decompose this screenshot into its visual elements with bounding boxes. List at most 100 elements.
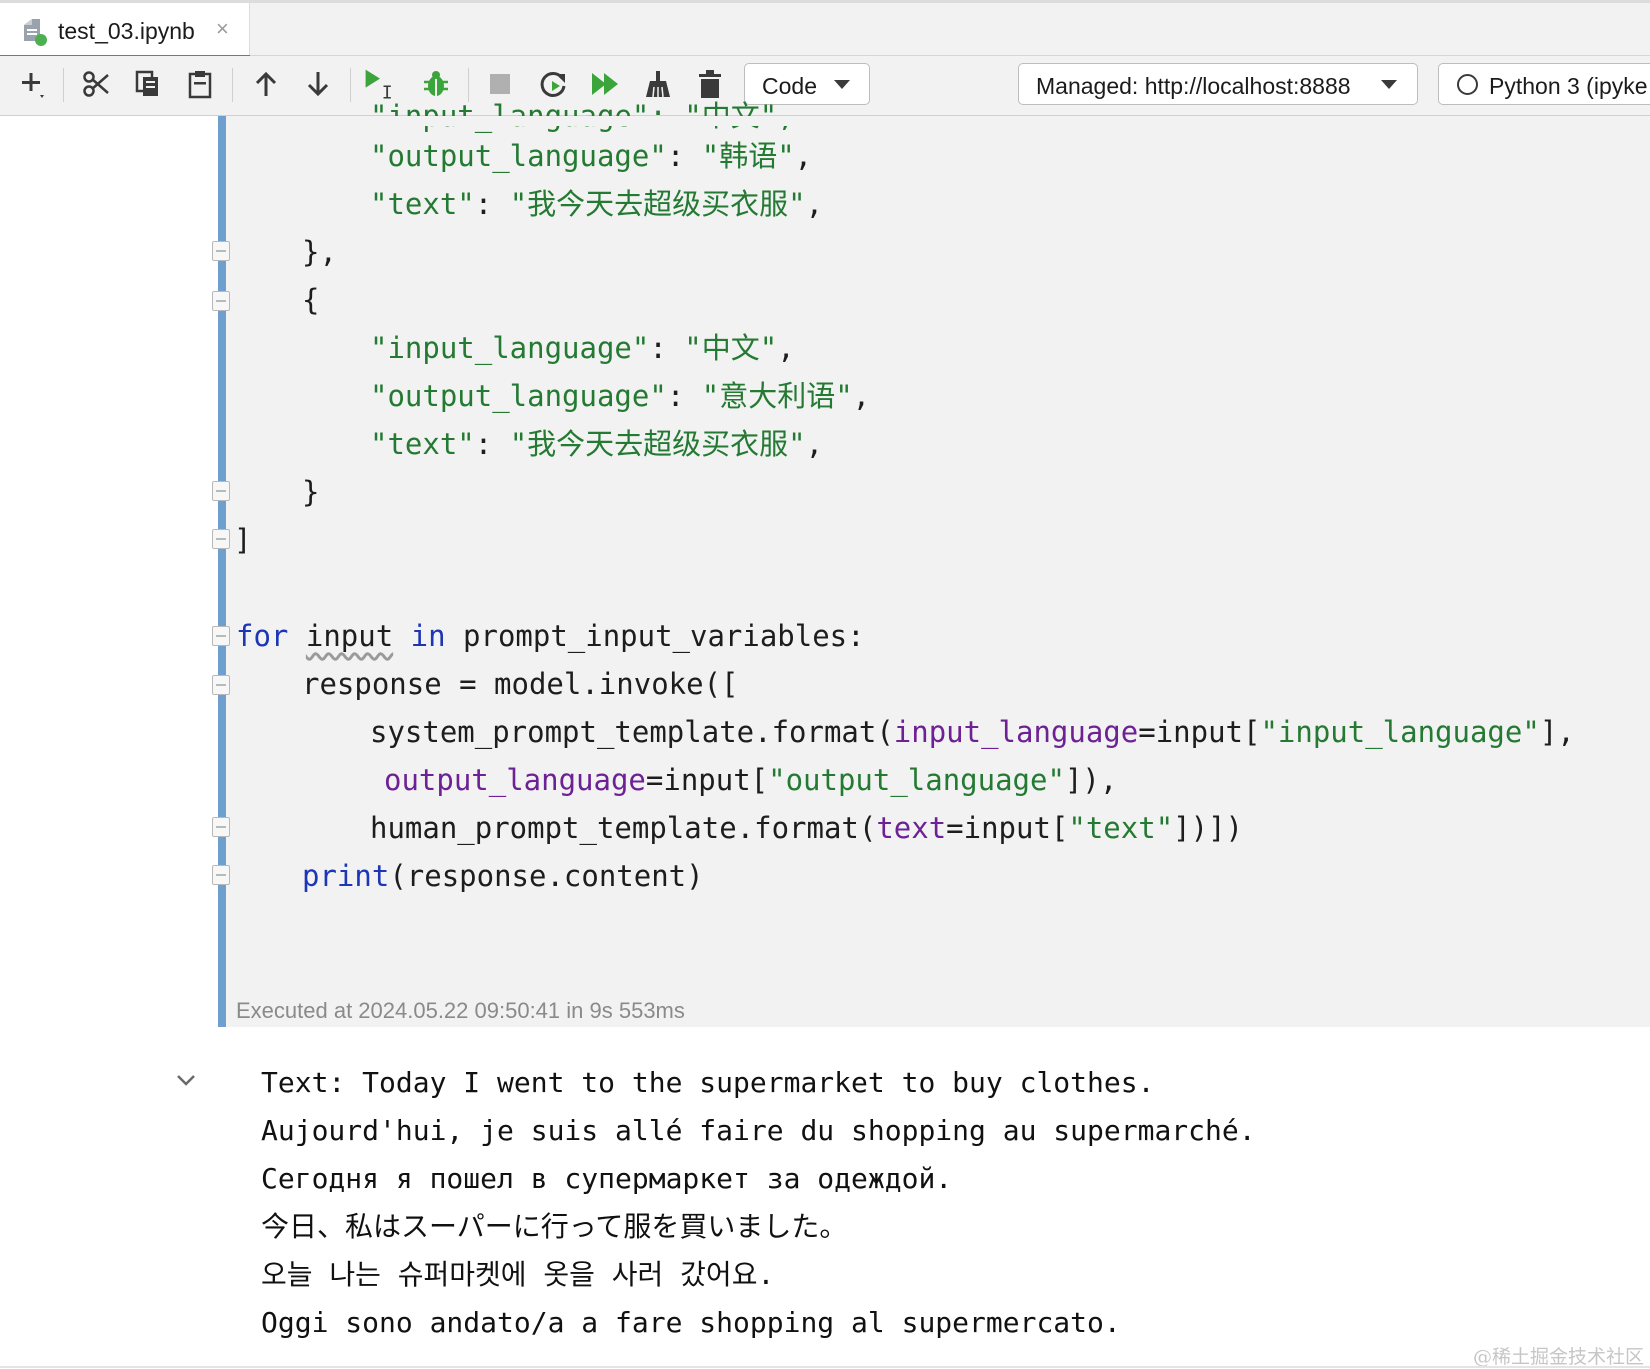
arrow-down-icon bbox=[307, 72, 329, 97]
cell-type-label: Code bbox=[762, 73, 817, 99]
code-line: } bbox=[302, 475, 320, 509]
code-token: =input[ bbox=[645, 763, 769, 797]
clear-outputs-button[interactable] bbox=[640, 66, 676, 102]
code-token: "我今天去超级买衣服" bbox=[509, 427, 806, 461]
code-token: ]), bbox=[1064, 763, 1118, 797]
run-all-icon bbox=[592, 73, 618, 95]
code-line: "output_language": "意大利语", bbox=[370, 379, 871, 413]
scroll-cutoff bbox=[226, 116, 1650, 126]
code-token: "output_language" bbox=[370, 139, 667, 173]
code-token: ])]) bbox=[1173, 811, 1243, 845]
code-token: "意大利语" bbox=[701, 379, 853, 413]
chevron-down-icon bbox=[1381, 80, 1397, 89]
code-token: human_prompt_template.format( bbox=[370, 811, 877, 845]
output-line: Сегодня я пошел в супермаркет за одеждой… bbox=[261, 1162, 953, 1195]
code-line: for input in prompt_input_variables: bbox=[236, 618, 865, 654]
restart-kernel-button[interactable] bbox=[535, 66, 571, 102]
restart-icon bbox=[540, 71, 566, 97]
fold-marker[interactable] bbox=[212, 529, 230, 549]
editor-tab-bar: test_03.ipynb × bbox=[0, 0, 1650, 59]
output-line: Text: Today I went to the supermarket to… bbox=[261, 1066, 1155, 1099]
toolbar-separator bbox=[232, 68, 233, 102]
copy-cell-button[interactable] bbox=[130, 66, 166, 102]
trash-icon bbox=[699, 70, 721, 98]
output-line: Aujourd'hui, je suis allé faire du shopp… bbox=[261, 1114, 1256, 1147]
run-all-button[interactable] bbox=[588, 66, 624, 102]
code-token: =input[ bbox=[1138, 715, 1261, 749]
code-token: ], bbox=[1539, 715, 1575, 749]
cut-cell-button[interactable] bbox=[78, 66, 114, 102]
fold-marker[interactable] bbox=[212, 241, 230, 261]
arrow-up-icon bbox=[255, 71, 277, 96]
code-keyword: print bbox=[302, 859, 390, 893]
notebook-tab[interactable]: test_03.ipynb × bbox=[0, 3, 250, 59]
chevron-down-icon bbox=[834, 80, 850, 89]
code-keyword: for bbox=[236, 619, 289, 653]
plus-icon bbox=[22, 73, 44, 98]
debug-cell-button[interactable] bbox=[418, 66, 454, 102]
code-token: "韩语" bbox=[701, 139, 795, 173]
move-up-button[interactable] bbox=[248, 66, 284, 102]
code-token: =input[ bbox=[946, 811, 1069, 845]
code-param: input_language bbox=[893, 715, 1139, 749]
toolbar-separator bbox=[63, 68, 64, 102]
code-token: "text" bbox=[1068, 811, 1174, 845]
toolbar-separator bbox=[350, 68, 351, 102]
output-line: Oggi sono andato/a a fare shopping al su… bbox=[261, 1306, 1121, 1339]
stop-button[interactable] bbox=[482, 66, 518, 102]
code-token: input bbox=[305, 619, 394, 653]
run-icon: I bbox=[365, 69, 393, 102]
code-token: "text" bbox=[370, 427, 475, 461]
close-icon[interactable]: × bbox=[216, 18, 229, 40]
code-line: }, bbox=[302, 235, 337, 269]
fold-marker[interactable] bbox=[212, 626, 230, 646]
server-label: Managed: http://localhost:8888 bbox=[1036, 73, 1351, 99]
execution-info: Executed at 2024.05.22 09:50:41 in 9s 55… bbox=[236, 998, 685, 1023]
toolbar-separator bbox=[468, 68, 469, 102]
clipboard-icon bbox=[188, 71, 212, 99]
run-cell-button[interactable]: I bbox=[362, 66, 398, 102]
code-keyword: in bbox=[410, 619, 446, 653]
code-line: "text": "我今天去超级买衣服", bbox=[370, 187, 824, 221]
code-param: output_language bbox=[384, 763, 646, 797]
kernel-label: Python 3 (ipyke bbox=[1489, 73, 1648, 99]
code-line: human_prompt_template.format(text=input[… bbox=[370, 810, 1243, 846]
code-token: "output_language" bbox=[768, 763, 1065, 797]
code-token: "text" bbox=[370, 187, 475, 221]
scissors-icon bbox=[83, 71, 109, 97]
code-token: (response.content) bbox=[389, 859, 704, 893]
bug-icon bbox=[424, 71, 448, 96]
fold-marker[interactable] bbox=[212, 865, 230, 885]
code-line: "input_language": "中文", bbox=[370, 331, 795, 365]
collapse-output-chevron-icon[interactable] bbox=[174, 1068, 198, 1092]
fold-marker[interactable] bbox=[212, 291, 230, 311]
code-token: "中文" bbox=[684, 331, 778, 365]
watermark: @稀土掘金技术社区 bbox=[1472, 1346, 1644, 1368]
code-line: system_prompt_template.format(input_lang… bbox=[370, 714, 1575, 750]
code-line: print(response.content) bbox=[302, 858, 704, 894]
code-line: output_language=input["output_language"]… bbox=[384, 762, 1117, 798]
stop-icon bbox=[490, 74, 510, 94]
fold-marker[interactable] bbox=[212, 481, 230, 501]
output-line: 오늘 나는 슈퍼마켓에 옷을 사러 갔어요. bbox=[261, 1258, 775, 1291]
add-cell-button[interactable] bbox=[14, 66, 50, 102]
fold-marker[interactable] bbox=[212, 675, 230, 695]
server-dropdown[interactable]: Managed: http://localhost:8888 bbox=[1018, 63, 1418, 105]
output-line: 今日、私はスーパーに行って服を買いました。 bbox=[261, 1210, 848, 1243]
code-line: response = model.invoke([ bbox=[302, 667, 739, 701]
move-down-button[interactable] bbox=[300, 66, 336, 102]
kernel-selector[interactable]: Python 3 (ipyke bbox=[1438, 63, 1650, 105]
code-line: { bbox=[302, 283, 320, 317]
code-token: prompt_input_variables: bbox=[463, 619, 865, 653]
broom-icon bbox=[646, 71, 670, 98]
paste-cell-button[interactable] bbox=[182, 66, 218, 102]
code-token: "input_language" bbox=[370, 331, 650, 365]
fold-marker[interactable] bbox=[212, 817, 230, 837]
code-token: "output_language" bbox=[370, 379, 667, 413]
kernel-status-icon bbox=[1457, 74, 1478, 95]
tab-title: test_03.ipynb bbox=[58, 18, 195, 44]
notebook-toolbar: I Code Managed: http://localhost:8888 Py… bbox=[0, 56, 1650, 116]
code-line: ] bbox=[234, 523, 252, 557]
code-param: text bbox=[876, 811, 947, 845]
delete-cell-button[interactable] bbox=[692, 66, 728, 102]
